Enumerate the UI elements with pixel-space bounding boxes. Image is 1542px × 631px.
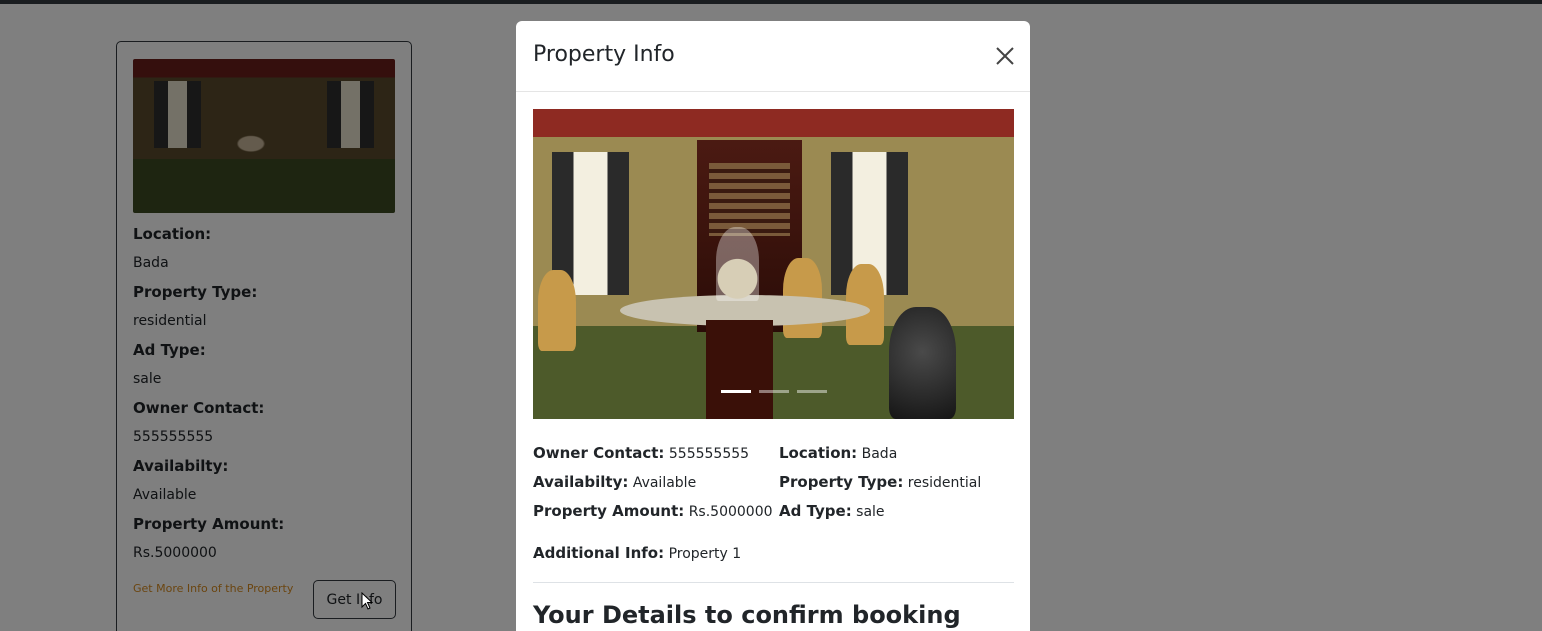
owner-contact-label: Owner Contact:	[533, 444, 665, 462]
ad-type-label: Ad Type:	[779, 502, 852, 520]
carousel-table-base	[706, 319, 774, 419]
carousel-indicator[interactable]	[797, 390, 827, 393]
additional-info-label: Additional Info:	[533, 544, 665, 562]
carousel-glass-dome	[715, 226, 760, 302]
property-carousel[interactable]	[533, 109, 1014, 419]
modal-title: Property Info	[533, 42, 675, 67]
carousel-indicator[interactable]	[759, 390, 789, 393]
property-amount-value: Rs.5000000	[688, 504, 773, 520]
property-details: Owner Contact: 555555555 Location: Bada …	[533, 441, 1014, 528]
location-value: Bada	[861, 446, 898, 462]
carousel-indicator[interactable]	[721, 390, 751, 393]
owner-contact-value: 555555555	[668, 446, 750, 462]
carousel-indicators	[721, 390, 827, 393]
property-type-label: Property Type:	[779, 473, 904, 491]
additional-info: Additional Info: Property 1	[533, 544, 741, 562]
booking-heading: Your Details to confirm booking	[533, 601, 961, 629]
availability-value: Available	[632, 475, 697, 491]
property-info-modal: Property Info Owner Contact: 555555555 L…	[516, 21, 1030, 631]
property-type-value: residential	[907, 475, 982, 491]
ad-type-value: sale	[856, 504, 885, 520]
modal-header: Property Info	[516, 21, 1030, 92]
divider	[533, 582, 1014, 583]
availability-label: Availabilty:	[533, 473, 629, 491]
property-amount-label: Property Amount:	[533, 502, 685, 520]
carousel-chair	[537, 270, 577, 351]
close-button[interactable]	[992, 43, 1018, 69]
additional-info-value: Property 1	[668, 546, 742, 562]
close-icon	[996, 47, 1014, 65]
location-label: Location:	[779, 444, 858, 462]
carousel-stove	[888, 307, 957, 419]
